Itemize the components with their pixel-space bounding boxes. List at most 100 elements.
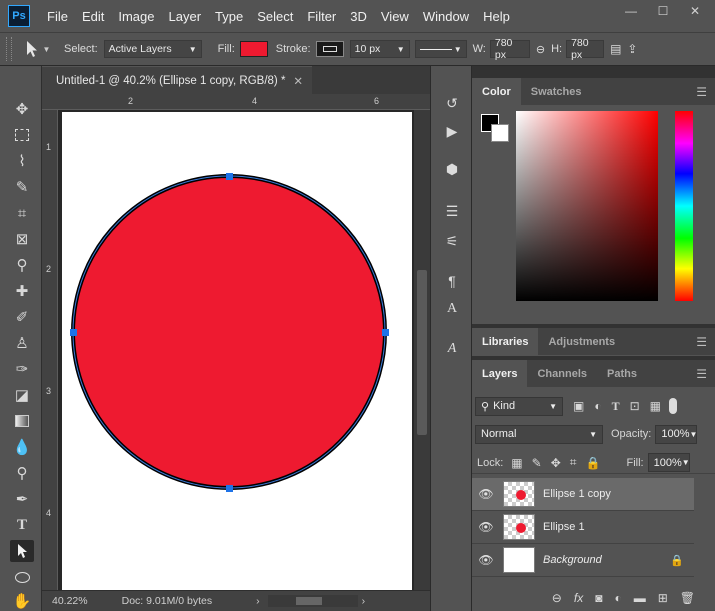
3d-icon[interactable]: ⬢ bbox=[440, 158, 464, 180]
stroke-color-swatch[interactable] bbox=[315, 41, 344, 57]
close-document-icon[interactable]: ✕ bbox=[293, 74, 303, 88]
panel-menu-icon[interactable]: ☰ bbox=[696, 367, 707, 381]
menu-image[interactable]: Image bbox=[111, 9, 161, 24]
frame-tool-icon[interactable]: ⊠ bbox=[10, 228, 34, 250]
glyphs-icon[interactable]: A bbox=[440, 338, 464, 360]
hand-tool-icon[interactable]: ✋ bbox=[10, 590, 34, 611]
delete-layer-icon[interactable]: 🗑 bbox=[680, 591, 695, 605]
adjustment-filter-icon[interactable]: ◐ bbox=[594, 399, 601, 413]
layer-name[interactable]: Ellipse 1 bbox=[543, 521, 585, 533]
background-color-swatch[interactable] bbox=[491, 124, 509, 142]
path-selection-tool-icon[interactable]: ▼ bbox=[20, 40, 54, 58]
character-icon[interactable]: A bbox=[440, 298, 464, 320]
new-group-icon[interactable]: ▬ bbox=[634, 591, 646, 605]
scrollbar-thumb[interactable] bbox=[295, 597, 322, 605]
document-tab[interactable]: Untitled-1 @ 40.2% (Ellipse 1 copy, RGB/… bbox=[42, 66, 312, 94]
shape-filter-icon[interactable]: ⊡ bbox=[630, 399, 640, 413]
document-canvas[interactable] bbox=[62, 112, 412, 590]
tab-libraries[interactable]: Libraries bbox=[472, 328, 539, 355]
fill-color-swatch[interactable] bbox=[239, 41, 268, 57]
marquee-tool-icon[interactable] bbox=[10, 124, 34, 146]
opacity-field[interactable]: 100% ▼ bbox=[655, 424, 697, 444]
stroke-type-dropdown[interactable]: ▼ bbox=[414, 40, 467, 58]
saturation-value-field[interactable] bbox=[516, 111, 658, 301]
blur-tool-icon[interactable]: 💧 bbox=[10, 436, 34, 458]
new-layer-icon[interactable]: ⊞ bbox=[658, 591, 668, 605]
horizontal-scrollbar[interactable] bbox=[267, 595, 358, 607]
tab-paths[interactable]: Paths bbox=[597, 360, 647, 387]
filter-toggle-icon[interactable] bbox=[669, 398, 678, 414]
layer-row[interactable]: 👁 Ellipse 1 bbox=[472, 511, 694, 544]
close-window-button[interactable]: ✕ bbox=[679, 0, 711, 22]
panel-menu-icon[interactable]: ☰ bbox=[696, 335, 707, 349]
blend-mode-dropdown[interactable]: Normal ▼ bbox=[475, 424, 603, 444]
height-field[interactable]: 780 px bbox=[566, 37, 605, 61]
actions-play-icon[interactable]: ▶ bbox=[440, 120, 464, 142]
history-icon[interactable]: ↺ bbox=[440, 92, 464, 114]
kind-filter-dropdown[interactable]: ⚲ Kind ▼ bbox=[475, 396, 563, 416]
path-operations-icon[interactable]: ▤ bbox=[610, 42, 621, 56]
path-selection-tool-icon[interactable] bbox=[10, 540, 34, 562]
menu-select[interactable]: Select bbox=[250, 9, 300, 24]
width-field[interactable]: 780 px bbox=[489, 37, 530, 61]
lasso-tool-icon[interactable]: ⌇ bbox=[10, 150, 34, 172]
tab-channels[interactable]: Channels bbox=[527, 360, 597, 387]
brush-settings-icon[interactable]: ☰ bbox=[440, 200, 464, 222]
history-brush-tool-icon[interactable]: ✑ bbox=[10, 358, 34, 380]
visibility-eye-icon[interactable]: 👁 bbox=[472, 487, 500, 501]
brush-tool-icon[interactable]: ✐ bbox=[10, 306, 34, 328]
clone-stamp-tool-icon[interactable]: ♙ bbox=[10, 332, 34, 354]
stroke-width-field[interactable]: 10 px ▼ bbox=[349, 40, 410, 58]
type-tool-icon[interactable]: T bbox=[10, 514, 34, 536]
gradient-tool-icon[interactable] bbox=[10, 410, 34, 432]
lock-transparent-icon[interactable]: ▦ bbox=[511, 456, 522, 470]
crop-tool-icon[interactable]: ⌗ bbox=[10, 202, 34, 224]
menu-layer[interactable]: Layer bbox=[162, 9, 209, 24]
brushes-icon[interactable]: ⚟ bbox=[440, 230, 464, 252]
vertical-scrollbar[interactable] bbox=[414, 110, 430, 590]
lock-position-icon[interactable]: ✥ bbox=[551, 456, 561, 470]
tab-adjustments[interactable]: Adjustments bbox=[538, 328, 625, 355]
eyedropper-tool-icon[interactable]: ⚲ bbox=[10, 254, 34, 276]
dodge-tool-icon[interactable]: ⚲ bbox=[10, 462, 34, 484]
smart-object-filter-icon[interactable]: ▦ bbox=[650, 399, 661, 413]
type-filter-icon[interactable]: T bbox=[612, 399, 620, 414]
menu-3d[interactable]: 3D bbox=[343, 9, 374, 24]
scrollbar-thumb[interactable] bbox=[417, 270, 427, 435]
tab-swatches[interactable]: Swatches bbox=[521, 78, 592, 105]
tab-layers[interactable]: Layers bbox=[472, 360, 528, 387]
paragraph-icon[interactable]: ¶ bbox=[440, 270, 464, 292]
maximize-button[interactable]: ☐ bbox=[647, 0, 679, 22]
menu-help[interactable]: Help bbox=[476, 9, 517, 24]
layer-style-icon[interactable]: fx bbox=[574, 591, 583, 605]
lock-all-icon[interactable]: 🔒 bbox=[586, 456, 601, 470]
visibility-eye-icon[interactable]: 👁 bbox=[472, 553, 500, 567]
link-layers-icon[interactable]: ⊖ bbox=[552, 591, 562, 605]
adjustment-layer-icon[interactable]: ◐ bbox=[614, 591, 621, 605]
ellipse-tool-icon[interactable] bbox=[10, 566, 34, 588]
healing-brush-tool-icon[interactable]: ✚ bbox=[10, 280, 34, 302]
eraser-tool-icon[interactable]: ◪ bbox=[10, 384, 34, 406]
minimize-button[interactable]: — bbox=[615, 0, 647, 22]
share-icon[interactable]: ⇪ bbox=[627, 42, 637, 56]
tab-color[interactable]: Color bbox=[472, 78, 521, 105]
select-dropdown[interactable]: Active Layers ▼ bbox=[103, 40, 202, 58]
lock-image-icon[interactable]: ✎ bbox=[532, 456, 542, 470]
menu-file[interactable]: File bbox=[40, 9, 75, 24]
move-tool-icon[interactable]: ✥ bbox=[10, 98, 34, 120]
menu-view[interactable]: View bbox=[374, 9, 416, 24]
link-icon[interactable]: ⊖ bbox=[536, 43, 545, 56]
menu-filter[interactable]: Filter bbox=[300, 9, 343, 24]
quick-selection-tool-icon[interactable]: ✎ bbox=[10, 176, 34, 198]
chevron-right-icon[interactable]: › bbox=[256, 595, 260, 607]
panel-menu-icon[interactable]: ☰ bbox=[696, 85, 707, 99]
menu-type[interactable]: Type bbox=[208, 9, 250, 24]
add-mask-icon[interactable]: ◙ bbox=[595, 591, 602, 605]
layer-name[interactable]: Ellipse 1 copy bbox=[543, 488, 611, 500]
layer-name[interactable]: Background bbox=[543, 554, 602, 566]
layer-row[interactable]: 👁 Ellipse 1 copy bbox=[472, 478, 694, 511]
visibility-eye-icon[interactable]: 👁 bbox=[472, 520, 500, 534]
canvas-area[interactable] bbox=[58, 110, 414, 590]
pen-tool-icon[interactable]: ✒ bbox=[10, 488, 34, 510]
lock-artboard-icon[interactable]: ⌗ bbox=[570, 455, 577, 470]
